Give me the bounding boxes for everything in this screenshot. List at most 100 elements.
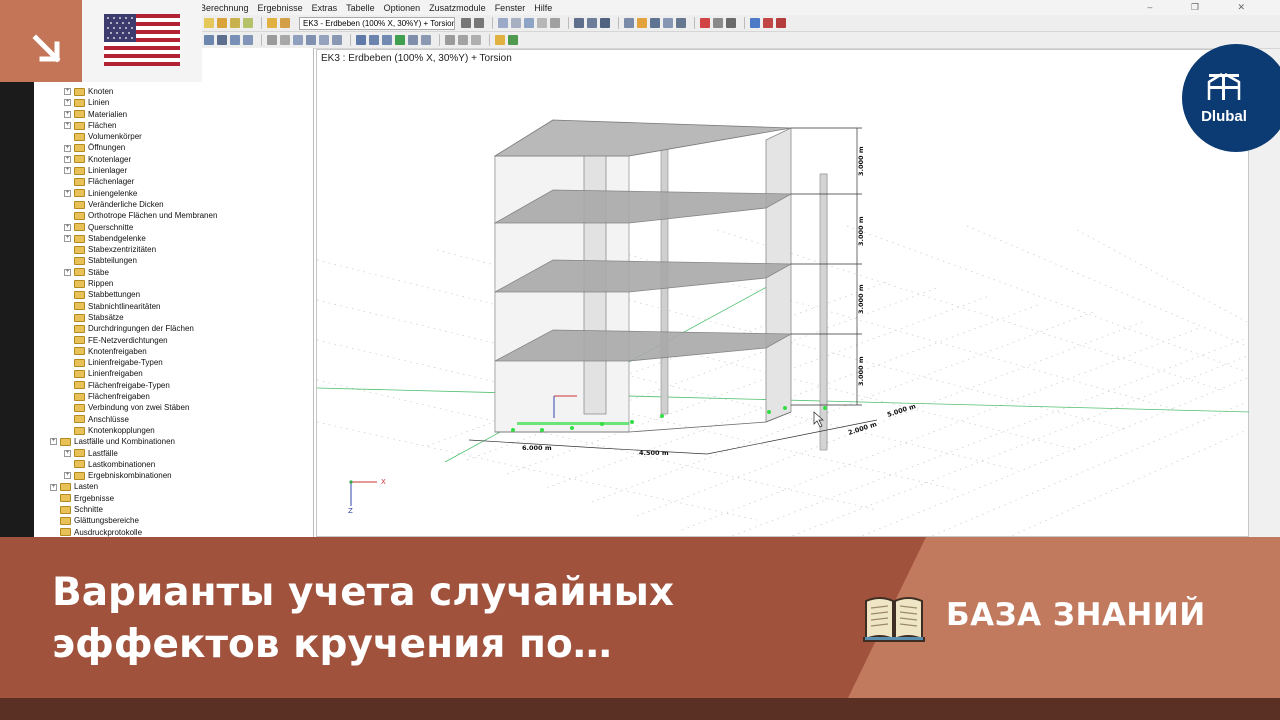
navigator-item[interactable]: Durchdringungen der Flächen [50, 323, 217, 334]
display-icon[interactable] [495, 35, 505, 45]
navigator-item[interactable]: + Materialien [50, 109, 217, 120]
values-icon[interactable] [524, 18, 534, 28]
navigator-item[interactable]: Verbindung von zwei Stäben [50, 402, 217, 413]
menu-berechnung[interactable]: Berechnung [200, 3, 249, 13]
expand-toggle-icon[interactable]: + [64, 122, 71, 130]
navigator-item[interactable]: + Liniengelenke [50, 188, 217, 199]
panel-icon[interactable] [600, 18, 610, 28]
deformation-icon[interactable] [511, 18, 521, 28]
opening-icon[interactable] [332, 35, 342, 45]
loadcase-select[interactable]: EK3 - Erdbeben (100% X, 30%Y) + Torsion [299, 16, 455, 30]
grid-icon[interactable] [663, 18, 673, 28]
expand-toggle-icon[interactable]: + [64, 223, 71, 231]
expand-toggle-icon[interactable]: + [64, 167, 71, 175]
navigator-item[interactable]: Knotenkopplungen [50, 425, 217, 436]
rotate-icon[interactable] [458, 35, 468, 45]
calculate-icon[interactable] [574, 18, 584, 28]
filter-icon[interactable] [537, 18, 547, 28]
measure-icon[interactable] [713, 18, 723, 28]
line-icon[interactable] [280, 35, 290, 45]
copy-icon[interactable] [408, 35, 418, 45]
expand-toggle-icon[interactable]: + [64, 268, 71, 276]
navigator-item[interactable]: Linienfreigabe-Typen [50, 357, 217, 368]
window-icon[interactable] [280, 18, 290, 28]
expand-toggle-icon[interactable]: + [50, 438, 57, 446]
load-icon[interactable] [382, 35, 392, 45]
mark-icon[interactable] [763, 18, 773, 28]
move-icon[interactable] [421, 35, 431, 45]
prev-loadcase-icon[interactable] [461, 18, 471, 28]
navigator-item[interactable]: + Lastfälle und Kombinationen [50, 436, 217, 447]
menu-optionen[interactable]: Optionen [384, 3, 421, 13]
node-icon[interactable] [267, 35, 277, 45]
model-viewport[interactable]: EK3 : Erdbeben (100% X, 30%Y) + Torsion [316, 49, 1250, 538]
dlubal-logo[interactable]: Dlubal [1182, 44, 1280, 152]
navigator-item[interactable]: + Linienlager [50, 165, 217, 176]
navigator-item[interactable]: + Linien [50, 97, 217, 108]
section-icon[interactable] [650, 18, 660, 28]
iso-view-icon[interactable] [204, 35, 214, 45]
top-view-icon[interactable] [230, 35, 240, 45]
check-icon[interactable] [587, 18, 597, 28]
navigator-item[interactable]: + Knotenlager [50, 154, 217, 165]
menu-hilfe[interactable]: Hilfe [534, 3, 552, 13]
navigator-item[interactable]: + Lastfälle [50, 448, 217, 459]
navigator-item[interactable]: + Öffnungen [50, 142, 217, 153]
delete-icon[interactable] [700, 18, 710, 28]
menu-zusatzmodule[interactable]: Zusatzmodule [429, 3, 486, 13]
light-icon[interactable] [637, 18, 647, 28]
navigator-item[interactable]: Anschlüsse [50, 414, 217, 425]
navigator-item[interactable]: Knotenfreigaben [50, 346, 217, 357]
navigator-item[interactable]: + Stabendgelenke [50, 233, 217, 244]
navigator-item[interactable]: Volumenkörper [50, 131, 217, 142]
navigator-item[interactable]: FE-Netzverdichtungen [50, 335, 217, 346]
results-icon[interactable] [498, 18, 508, 28]
menu-extras[interactable]: Extras [312, 3, 338, 13]
navigator-item[interactable]: + Querschnitte [50, 222, 217, 233]
divide-icon[interactable] [471, 35, 481, 45]
surface-icon[interactable] [306, 35, 316, 45]
navigator-item[interactable]: Rippen [50, 278, 217, 289]
navigator-item[interactable]: Stabteilungen [50, 255, 217, 266]
navigator-item[interactable]: + Stäbe [50, 267, 217, 278]
navigator-item[interactable]: + Ergebniskombinationen [50, 470, 217, 481]
navigator-item[interactable]: Stabbettungen [50, 289, 217, 300]
navigator-item[interactable]: + Knoten [50, 86, 217, 97]
navigator-item[interactable]: Ergebnisse [50, 493, 217, 504]
check-model-icon[interactable] [508, 35, 518, 45]
navigator-item[interactable]: Linienfreigaben [50, 368, 217, 379]
expand-toggle-icon[interactable]: + [64, 155, 71, 163]
menu-ergebnisse[interactable]: Ergebnisse [258, 3, 303, 13]
language-card[interactable] [0, 0, 202, 82]
green-tool-icon[interactable] [395, 35, 405, 45]
snap-icon[interactable] [676, 18, 686, 28]
solid-icon[interactable] [319, 35, 329, 45]
navigator-item[interactable]: Flächenlager [50, 176, 217, 187]
window-controls[interactable]: – ❐ ✕ [1147, 2, 1263, 13]
print-icon[interactable] [230, 18, 240, 28]
expand-toggle-icon[interactable]: + [64, 110, 71, 118]
expand-toggle-icon[interactable]: + [64, 449, 71, 457]
navigator-item[interactable]: Stabexzentrizitäten [50, 244, 217, 255]
navigator-item[interactable]: Lastkombinationen [50, 459, 217, 470]
support-icon[interactable] [356, 35, 366, 45]
navigator-item[interactable]: Glättungsbereiche [50, 515, 217, 526]
side-view-icon[interactable] [243, 35, 253, 45]
table-icon[interactable] [243, 18, 253, 28]
view-icon[interactable] [267, 18, 277, 28]
pointer-icon[interactable] [776, 18, 786, 28]
front-view-icon[interactable] [217, 35, 227, 45]
navigator-item[interactable]: Flächenfreigabe-Typen [50, 380, 217, 391]
render-icon[interactable] [624, 18, 634, 28]
info-icon[interactable] [726, 18, 736, 28]
navigator-item[interactable]: Stabnichtlinearitäten [50, 301, 217, 312]
expand-toggle-icon[interactable]: + [64, 189, 71, 197]
expand-toggle-icon[interactable]: + [64, 99, 71, 107]
expand-toggle-icon[interactable]: + [64, 144, 71, 152]
zoom-icon[interactable] [750, 18, 760, 28]
expand-toggle-icon[interactable]: + [64, 472, 71, 480]
expand-toggle-icon[interactable]: + [64, 88, 71, 96]
hinge-icon[interactable] [369, 35, 379, 45]
member-icon[interactable] [293, 35, 303, 45]
navigator-item[interactable]: Veränderliche Dicken [50, 199, 217, 210]
